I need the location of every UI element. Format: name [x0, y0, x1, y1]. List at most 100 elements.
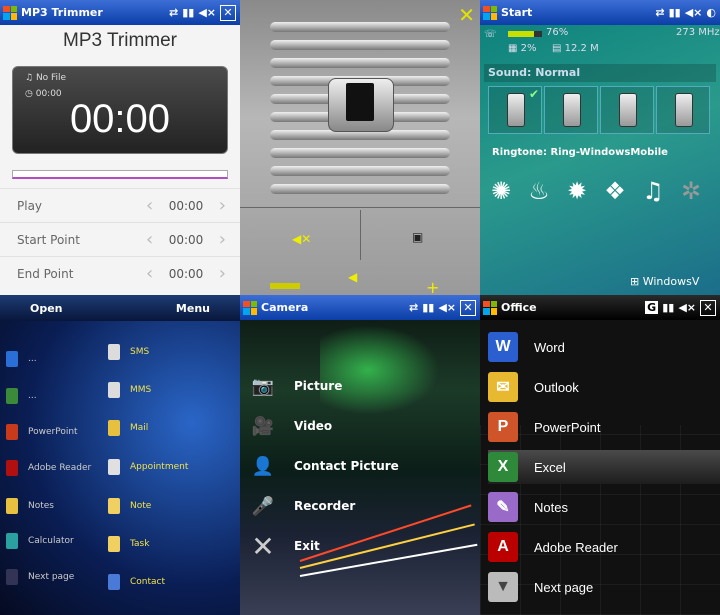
profile-silent[interactable]: [600, 86, 654, 134]
left-item[interactable]: PowerPoint: [6, 424, 78, 440]
chevron-left-icon[interactable]: ‹: [146, 197, 153, 215]
burst-icon[interactable]: ✹: [562, 176, 592, 206]
right-item[interactable]: MMS: [108, 382, 151, 398]
row-label: Play: [17, 199, 43, 213]
close-icon[interactable]: ✕: [220, 4, 236, 21]
right-item[interactable]: Appointment: [108, 459, 188, 475]
music-note-icon[interactable]: ♫: [638, 176, 668, 206]
open-softkey[interactable]: Open: [30, 302, 63, 315]
volume-icon[interactable]: ◀×: [685, 6, 703, 19]
end-point-row[interactable]: End Point ‹ 00:00 ›: [0, 256, 240, 291]
volume-icon[interactable]: ◀: [348, 270, 357, 284]
note-icon: [108, 498, 120, 514]
chevron-left-icon[interactable]: ‹: [146, 231, 153, 249]
excel-item[interactable]: X Excel: [488, 450, 720, 484]
outlook-item[interactable]: ✉ Outlook: [488, 370, 720, 404]
chevron-right-icon[interactable]: ›: [219, 231, 226, 249]
left-item[interactable]: Notes: [6, 498, 54, 514]
phone-icon[interactable]: [328, 78, 394, 132]
window-title: Office: [501, 301, 537, 314]
signal-icon[interactable]: ▮▮: [662, 301, 674, 314]
connectivity-icon[interactable]: ⇄: [169, 6, 178, 19]
time-stepper[interactable]: ‹ 00:00 ›: [146, 197, 226, 215]
volume-icon[interactable]: ◀×: [438, 301, 456, 314]
right-item[interactable]: Task: [108, 536, 149, 552]
title-bar: Start ⇄ ▮▮ ◀× ◐: [480, 0, 720, 25]
notes-item[interactable]: ✎ Notes: [488, 490, 720, 524]
speaker-icon[interactable]: ▣: [412, 230, 423, 244]
video-item[interactable]: 🎥 Video: [248, 413, 332, 439]
clover-icon[interactable]: ❖: [600, 176, 630, 206]
battery-percent: 76%: [546, 27, 569, 38]
right-item[interactable]: Contact: [108, 574, 165, 590]
close-icon[interactable]: ✕: [460, 299, 476, 316]
left-item[interactable]: ...: [6, 388, 37, 404]
recorder-item[interactable]: 🎤 Recorder: [248, 493, 356, 519]
left-item[interactable]: Adobe Reader: [6, 460, 91, 476]
row-value: 00:00: [168, 233, 204, 247]
profile-normal[interactable]: ✔: [488, 86, 542, 134]
adobe-reader-item[interactable]: A Adobe Reader: [488, 530, 720, 564]
file-name: ♫ No File: [25, 73, 67, 83]
close-icon[interactable]: ✕: [458, 3, 475, 27]
profile-settings[interactable]: [656, 86, 710, 134]
word-item[interactable]: W Word: [488, 330, 720, 364]
status-icons: ⇄ ▮▮ ◀× ◐: [655, 6, 716, 19]
phone-launcher-screen: ✕ ◀✕ ▣ ◀ +: [240, 0, 480, 295]
antenna-icon[interactable]: ♨: [524, 176, 554, 206]
time-stepper[interactable]: ‹ 00:00 ›: [146, 231, 226, 249]
phone-icon: [507, 93, 525, 127]
progress-bar[interactable]: [12, 170, 228, 179]
play-row[interactable]: Play ‹ 00:00 ›: [0, 188, 240, 223]
volume-icon[interactable]: ◀×: [198, 6, 216, 19]
left-item[interactable]: Next page: [6, 569, 74, 585]
windows-start-icon[interactable]: [483, 300, 497, 315]
chevron-right-icon[interactable]: ›: [219, 265, 226, 283]
connectivity-icon[interactable]: ⇄: [409, 301, 418, 314]
notes-icon: ✎: [488, 492, 518, 522]
chevron-left-icon[interactable]: ‹: [146, 265, 153, 283]
left-item[interactable]: Calculator: [6, 533, 74, 549]
start-point-row[interactable]: Start Point ‹ 00:00 ›: [0, 222, 240, 257]
powerpoint-item[interactable]: P PowerPoint: [488, 410, 720, 444]
swirl-icon[interactable]: ✺: [486, 176, 516, 206]
profile-vibrate[interactable]: [544, 86, 598, 134]
plus-icon[interactable]: +: [426, 278, 439, 295]
cube-launcher-screen: Open Menu ... ... PowerPoint Adobe Reade…: [0, 295, 240, 615]
slot-bar: [270, 58, 450, 68]
exit-item[interactable]: ✕ Exit: [248, 529, 320, 563]
windows-start-icon[interactable]: [3, 5, 17, 20]
outlook-icon: ✉: [488, 372, 518, 402]
phone-icon: [563, 93, 581, 127]
time-stepper[interactable]: ‹ 00:00 ›: [146, 265, 226, 283]
chevron-right-icon[interactable]: ›: [219, 197, 226, 215]
mail-icon: [108, 420, 120, 436]
volume-icon[interactable]: ◀×: [678, 301, 696, 314]
signal-icon[interactable]: ▮▮: [422, 301, 434, 314]
battery-icon[interactable]: ◐: [706, 6, 716, 19]
mute-icon[interactable]: ◀✕: [292, 232, 311, 246]
contact-picture-item[interactable]: 👤 Contact Picture: [248, 453, 399, 479]
right-item[interactable]: SMS: [108, 344, 149, 360]
screenshot-grid: MP3 Trimmer ⇄ ▮▮ ◀× ✕ MP3 Trimmer ♫ No F…: [0, 0, 720, 615]
left-item[interactable]: ...: [6, 351, 37, 367]
right-item[interactable]: Note: [108, 498, 151, 514]
phone-icon: [619, 93, 637, 127]
gear-icon[interactable]: ✲: [676, 176, 706, 206]
video-camera-icon: 🎥: [251, 415, 275, 437]
signal-icon[interactable]: ▮▮: [669, 6, 681, 19]
connectivity-icon[interactable]: ⇄: [655, 6, 664, 19]
gprs-icon[interactable]: G: [645, 301, 659, 314]
next-page-item[interactable]: ▼ Next page: [488, 570, 720, 604]
menu-softkey[interactable]: Menu: [176, 302, 210, 315]
right-item[interactable]: Mail: [108, 420, 148, 436]
powerpoint-icon: P: [488, 412, 518, 442]
exit-x-icon: ✕: [251, 529, 275, 563]
windows-start-icon[interactable]: [483, 5, 497, 20]
app-icon: [6, 388, 18, 404]
close-icon[interactable]: ✕: [700, 299, 716, 316]
picture-item[interactable]: 📷 Picture: [248, 373, 343, 399]
softkey-left-icon[interactable]: [270, 283, 300, 289]
windows-start-icon[interactable]: [243, 300, 257, 315]
signal-icon[interactable]: ▮▮: [182, 6, 194, 19]
